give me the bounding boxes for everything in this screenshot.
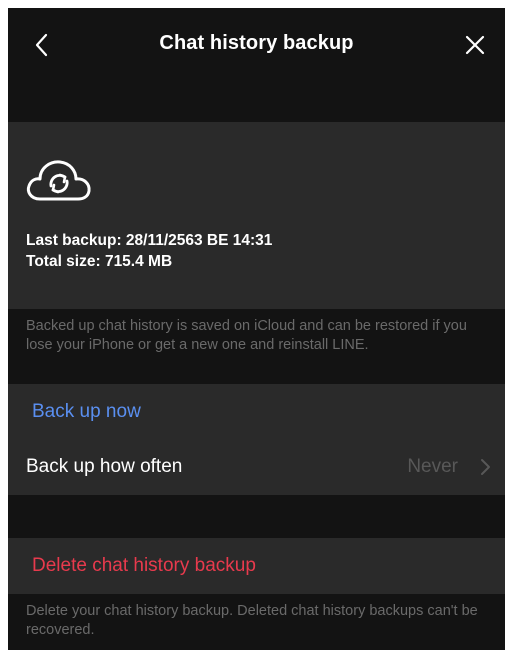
delete-backup-button[interactable]: Delete chat history backup xyxy=(8,538,505,594)
backup-info: Last backup: 28/11/2563 BE 14:31 Total s… xyxy=(26,230,272,272)
total-size-text: Total size: 715.4 MB xyxy=(26,253,173,270)
chevron-right-icon xyxy=(481,459,490,475)
back-up-frequency-label: Back up how often xyxy=(26,456,183,477)
icloud-info-note: Backed up chat history is saved on iClou… xyxy=(26,318,467,353)
last-backup-text: Last backup: 28/11/2563 BE 14:31 xyxy=(26,232,273,249)
back-up-frequency-value: Never xyxy=(407,456,458,477)
back-up-now-button[interactable]: Back up now xyxy=(8,384,505,439)
close-button[interactable] xyxy=(461,31,489,59)
delete-backup-label: Delete chat history backup xyxy=(32,555,256,576)
navigation-bar: Chat history backup xyxy=(8,8,505,122)
delete-backup-note: Delete your chat history backup. Deleted… xyxy=(26,603,478,638)
cloud-sync-icon xyxy=(26,160,91,201)
back-up-now-label: Back up now xyxy=(32,400,141,422)
back-up-frequency-row[interactable]: Back up how often Never xyxy=(8,439,505,495)
backup-status-card: Last backup: 28/11/2563 BE 14:31 Total s… xyxy=(8,122,505,309)
page-title: Chat history backup xyxy=(159,32,354,54)
chat-history-backup-screen: Chat history backup Last backup: 28/11/2… xyxy=(8,8,505,650)
close-icon xyxy=(465,35,485,55)
